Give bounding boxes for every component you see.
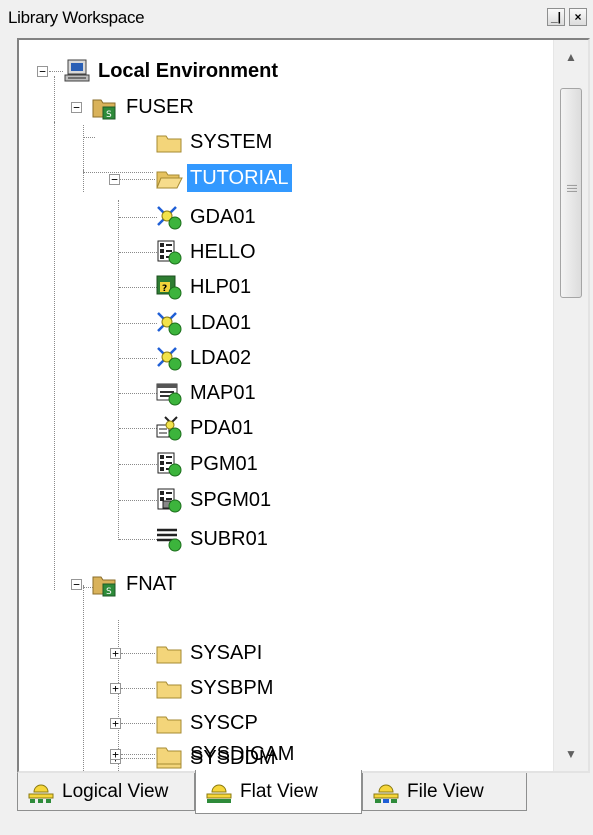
tab-label: Logical View (62, 780, 169, 802)
tree-node-pda01[interactable]: PDA01 (155, 411, 256, 445)
vertical-scrollbar[interactable]: ▲ — — — ▼ (553, 40, 588, 771)
library-icon: S (91, 571, 119, 597)
tab-logical-view[interactable]: Logical View (17, 773, 195, 811)
helproutine-icon: ? (155, 274, 183, 300)
folder-icon (155, 741, 183, 767)
tree-node-local-environment[interactable]: Local Environment (63, 54, 281, 88)
svg-text:?: ? (162, 284, 167, 294)
lda-icon (155, 345, 183, 371)
tab-flat-view[interactable]: Flat View (195, 770, 362, 814)
tree-node-label: HELLO (190, 241, 256, 263)
tree-node-label: TUTORIAL (187, 164, 292, 192)
tree-node-fuser[interactable]: S FUSER (91, 90, 197, 124)
tab-file-view[interactable]: File View (362, 773, 527, 811)
expand-toggle[interactable]: + (110, 648, 121, 659)
svg-text:S: S (106, 587, 112, 597)
tree-node-label: SYSTEM (190, 131, 273, 153)
tree-node-hello[interactable]: HELLO (155, 235, 259, 269)
library-icon: S (91, 94, 119, 120)
tree-node-label: HLP01 (190, 276, 252, 298)
collapse-toggle[interactable]: − (109, 174, 120, 185)
scrollbar-thumb[interactable]: — — — (560, 88, 582, 298)
tree-node-sysdicam[interactable]: SYSDICAM (155, 737, 297, 771)
tree-node-label: LDA02 (190, 347, 252, 369)
library-tree[interactable]: − Local Environment − S FUSER SYSTEM − T… (19, 40, 554, 771)
map-icon (155, 380, 183, 406)
scroll-down-arrow[interactable]: ▼ (554, 737, 588, 771)
tree-node-gda01[interactable]: GDA01 (155, 200, 259, 234)
folder-open-icon (155, 165, 183, 191)
tab-label: Flat View (240, 780, 318, 802)
tree-node-label: SUBR01 (190, 528, 268, 550)
tree-node-pgm01[interactable]: PGM01 (155, 447, 261, 481)
tree-node-label: PGM01 (190, 453, 258, 475)
tab-label: File View (407, 780, 484, 802)
subroutine-icon (155, 526, 183, 552)
tree-node-label: SYSCP (190, 712, 258, 734)
view-tabs: Logical View Flat View File View (0, 770, 593, 835)
tree-node-map01[interactable]: MAP01 (155, 376, 259, 410)
logical-view-icon (26, 780, 56, 804)
folder-icon (155, 640, 183, 666)
tree-node-label: GDA01 (190, 206, 256, 228)
program-icon (155, 239, 183, 265)
tree-node-label: LDA01 (190, 312, 252, 334)
subprogram-icon (155, 487, 183, 513)
folder-icon (155, 129, 183, 155)
collapse-toggle[interactable]: − (71, 579, 82, 590)
program-icon (155, 451, 183, 477)
tree-node-label: SYSBPM (190, 677, 274, 699)
tree-node-label: SYSAPI (190, 642, 263, 664)
tree-node-lda02[interactable]: LDA02 (155, 341, 254, 375)
pda-icon (155, 415, 183, 441)
computer-icon (63, 58, 91, 84)
file-view-icon (371, 780, 401, 804)
tree-node-label: SYSDICAM (190, 743, 295, 765)
tree-node-label: Local Environment (98, 60, 279, 82)
lda-icon (155, 310, 183, 336)
flat-view-icon (204, 780, 234, 804)
tree-node-lda01[interactable]: LDA01 (155, 306, 254, 340)
grip-icon: — — — (567, 180, 577, 197)
expand-toggle[interactable]: + (110, 718, 121, 729)
svg-text:S: S (106, 110, 112, 120)
window-title: Library Workspace (8, 8, 145, 27)
close-button[interactable]: × (569, 8, 587, 26)
tree-node-subr01[interactable]: SUBR01 (155, 522, 271, 556)
library-tree-panel: − Local Environment − S FUSER SYSTEM − T… (17, 38, 590, 773)
title-bar: Library Workspace _| × (0, 0, 593, 33)
tree-node-label: SPGM01 (190, 489, 272, 511)
collapse-toggle[interactable]: − (37, 66, 48, 77)
gda-icon (155, 204, 183, 230)
pin-button[interactable]: _| (547, 8, 565, 26)
tree-node-spgm01[interactable]: SPGM01 (155, 483, 274, 517)
tree-node-fnat[interactable]: S FNAT (91, 567, 180, 601)
tree-node-sysbpm[interactable]: SYSBPM (155, 671, 276, 705)
tree-node-label: FUSER (126, 96, 194, 118)
expand-toggle[interactable]: + (110, 683, 121, 694)
tree-node-system[interactable]: SYSTEM (155, 125, 275, 159)
folder-icon (155, 710, 183, 736)
tree-node-sysapi[interactable]: SYSAPI (155, 636, 265, 670)
tree-node-syscp[interactable]: SYSCP (155, 706, 261, 740)
expand-toggle[interactable]: + (110, 749, 121, 760)
collapse-toggle[interactable]: − (71, 102, 82, 113)
tree-node-label: FNAT (126, 573, 177, 595)
folder-icon (155, 675, 183, 701)
tree-node-label: PDA01 (190, 417, 254, 439)
tree-node-label: MAP01 (190, 382, 256, 404)
tree-node-tutorial[interactable]: TUTORIAL (155, 161, 292, 195)
scroll-up-arrow[interactable]: ▲ (554, 40, 588, 74)
tree-node-hlp01[interactable]: ? HLP01 (155, 270, 254, 304)
